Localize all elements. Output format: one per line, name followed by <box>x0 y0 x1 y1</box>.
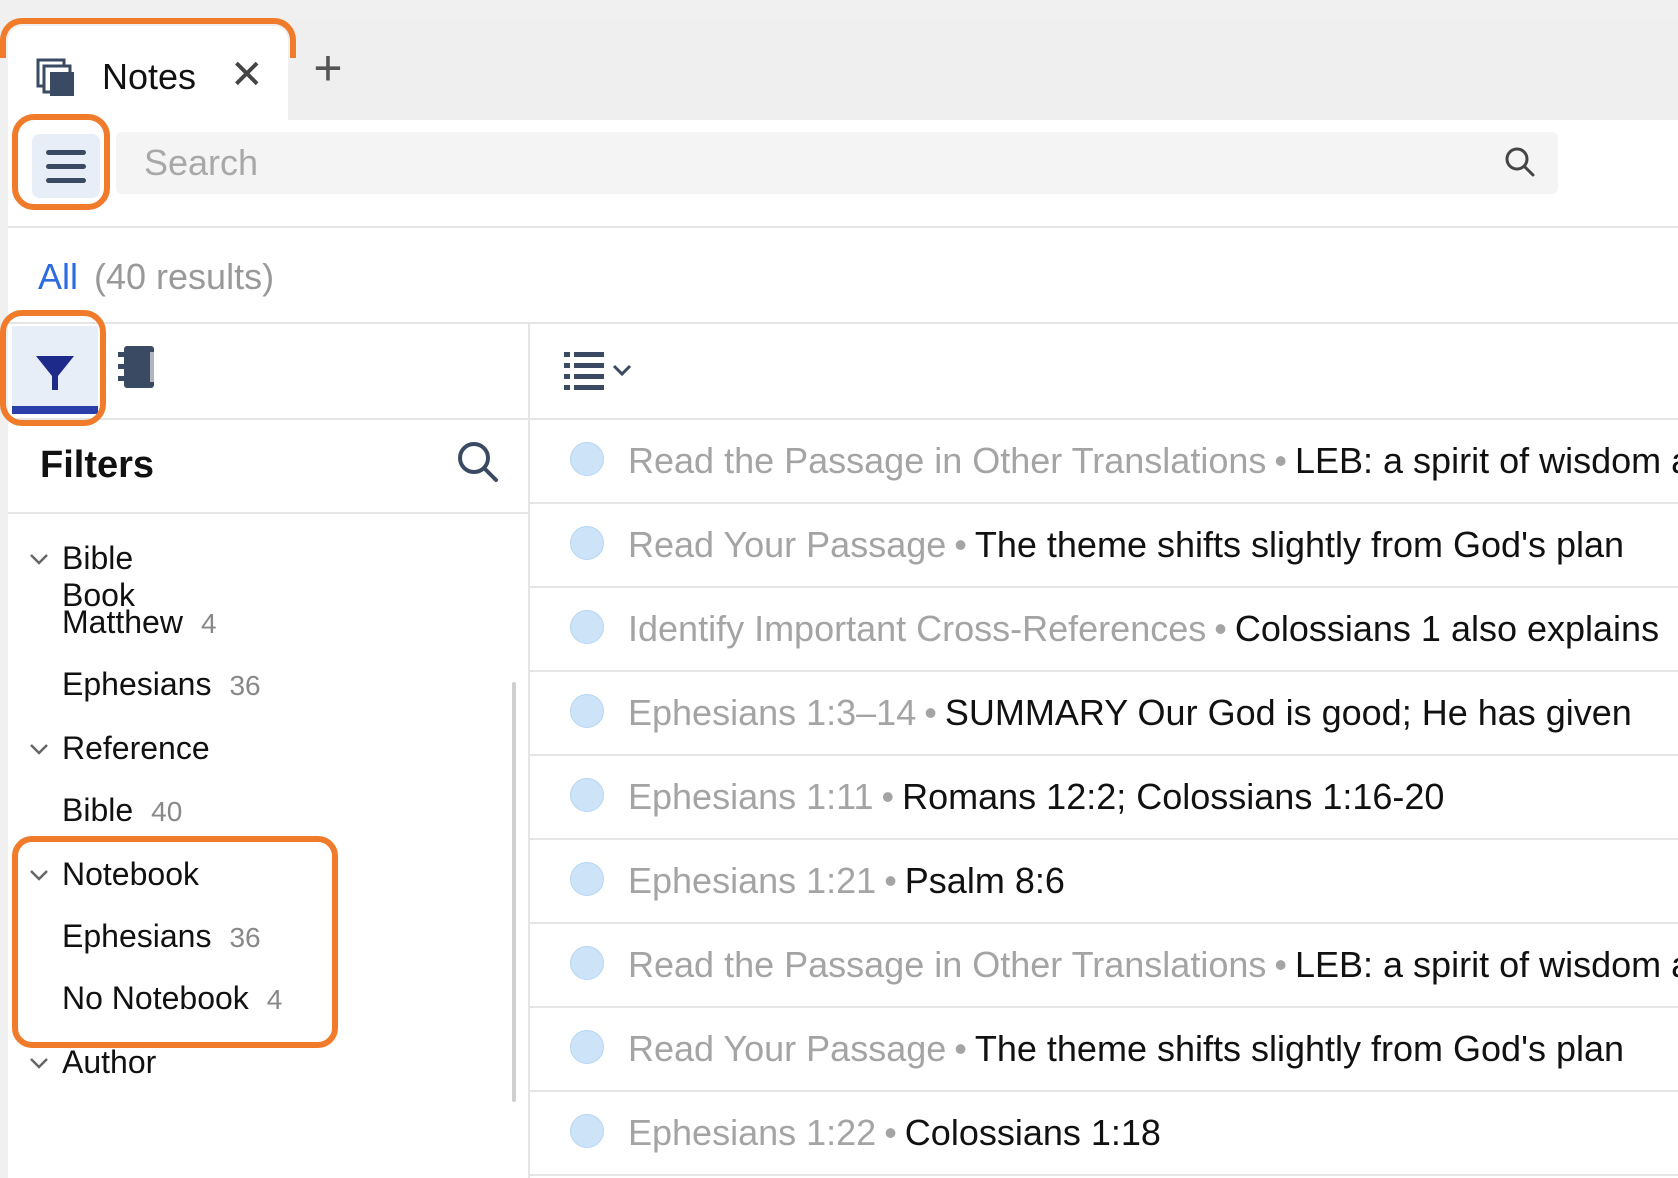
note-source: Read the Passage in Other Translations <box>628 440 1267 481</box>
filter-item[interactable]: Bible 40 <box>62 792 182 829</box>
search-input[interactable] <box>116 132 1476 194</box>
list-view-icon <box>564 352 604 390</box>
scrollbar[interactable] <box>512 682 516 1102</box>
note-dot-icon[interactable] <box>570 694 604 728</box>
note-dot-icon[interactable] <box>570 1030 604 1064</box>
note-dot-icon[interactable] <box>570 1114 604 1148</box>
note-source: Ephesians 1:22 <box>628 1112 877 1153</box>
note-text: SUMMARY Our God is good; He has given <box>944 692 1632 733</box>
filter-item[interactable]: Ephesians 36 <box>62 918 261 955</box>
search-icon[interactable] <box>1504 146 1536 183</box>
separator-dot: • <box>954 524 967 565</box>
note-text: Romans 12:2; Colossians 1:16-20 <box>902 776 1445 817</box>
filters-title: Filters <box>40 444 155 486</box>
note-text: Colossians 1:18 <box>904 1112 1161 1153</box>
results-count: (40 results) <box>94 256 275 297</box>
note-text: Psalm 8:6 <box>904 860 1065 901</box>
separator-dot: • <box>884 860 897 901</box>
chevron-down-icon <box>28 730 64 767</box>
note-text: LEB: a spirit of wisdom and revelation <box>1294 944 1678 985</box>
note-row[interactable]: Ephesians 1:11 • Romans 12:2; Colossians 1… <box>530 756 1678 840</box>
note-row[interactable]: Read the Passage in Other Translations • L… <box>530 924 1678 1008</box>
tab-label: Notes <box>102 56 197 97</box>
note-dot-icon[interactable] <box>570 442 604 476</box>
search-box <box>116 132 1558 194</box>
filters-header: Filters <box>8 418 528 514</box>
filter-group-author[interactable]: Author <box>28 1044 156 1094</box>
note-source: Read Your Passage <box>628 1028 947 1069</box>
note-row[interactable]: Ephesians 1:21 • Psalm 8:6 <box>530 840 1678 924</box>
separator-dot: • <box>1274 944 1287 985</box>
toolbar <box>8 114 1678 228</box>
view-options-button[interactable] <box>562 348 638 397</box>
separator-dot: • <box>1214 608 1227 649</box>
filter-group-reference[interactable]: Reference <box>28 730 210 780</box>
chevron-down-icon <box>28 1044 64 1081</box>
filter-item[interactable]: No Notebook 4 <box>62 980 282 1017</box>
note-text: LEB: a spirit of wisdom and revelation <box>1294 440 1678 481</box>
filter-item[interactable]: Matthew 4 <box>62 604 217 641</box>
note-source: Ephesians 1:11 <box>628 776 874 817</box>
chevron-down-icon <box>612 364 632 377</box>
separator-dot: • <box>924 692 937 733</box>
note-row[interactable]: Identify Important Cross-References • Colo… <box>530 588 1678 672</box>
note-row[interactable]: Ephesians 1:22 • Colossians 1:18 <box>530 1092 1678 1176</box>
notebook-icon[interactable] <box>114 342 160 397</box>
note-source: Read Your Passage <box>628 524 947 565</box>
note-dot-icon[interactable] <box>570 862 604 896</box>
separator-dot: • <box>954 1028 967 1069</box>
separator-dot: • <box>1274 440 1287 481</box>
note-dot-icon[interactable] <box>570 946 604 980</box>
panel-tabs <box>0 310 528 426</box>
filter-search-icon[interactable] <box>456 440 500 489</box>
separator-dot: • <box>881 776 895 817</box>
notes-list: Read the Passage in Other Translations • L… <box>530 418 1678 1176</box>
filter-panel: Filters Bible Book Matthew 4 Ephesians 36 <box>0 310 530 1178</box>
tab-filters[interactable] <box>12 326 98 414</box>
add-tab-button[interactable]: + <box>298 38 358 98</box>
note-row[interactable]: Read the Passage in Other Translations • L… <box>530 420 1678 504</box>
note-text: The theme shifts slightly from God's pla… <box>974 1028 1625 1069</box>
note-dot-icon[interactable] <box>570 778 604 812</box>
note-row[interactable]: Read Your Passage • The theme shifts sligh… <box>530 504 1678 588</box>
note-text: The theme shifts slightly from God's pla… <box>974 524 1625 565</box>
all-filter-link[interactable]: All <box>38 256 78 298</box>
menu-button[interactable] <box>32 134 100 198</box>
note-dot-icon[interactable] <box>570 526 604 560</box>
separator-dot: • <box>884 1112 897 1153</box>
note-text: Colossians 1 also explains <box>1234 608 1660 649</box>
note-source: Ephesians 1:3–14 <box>628 692 917 733</box>
filter-group-notebook[interactable]: Notebook <box>28 856 199 906</box>
note-dot-icon[interactable] <box>570 610 604 644</box>
note-source: Identify Important Cross-References <box>628 608 1207 649</box>
active-tab-indicator <box>12 406 98 414</box>
filter-item[interactable]: Ephesians 36 <box>62 666 261 703</box>
notes-stack-icon <box>36 58 76 103</box>
funnel-icon <box>34 352 76 399</box>
results-bar: All (40 results) <box>8 226 1678 324</box>
tab-bar: Notes ✕ + <box>0 18 1678 120</box>
chevron-down-icon <box>28 856 64 893</box>
note-source: Read the Passage in Other Translations <box>628 944 1267 985</box>
chevron-down-icon <box>28 540 64 577</box>
notes-list-panel: Read the Passage in Other Translations • L… <box>530 322 1678 1178</box>
note-source: Ephesians 1:21 <box>628 860 877 901</box>
note-row[interactable]: Ephesians 1:3–14 • SUMMARY Our God is good… <box>530 672 1678 756</box>
notes-app: Notes ✕ + All (40 results) <box>0 18 1678 1178</box>
filter-group-bible-book[interactable]: Bible Book <box>28 540 135 613</box>
close-icon[interactable]: ✕ <box>230 52 264 98</box>
tab-highlight <box>0 18 296 58</box>
note-row[interactable]: Read Your Passage • The theme shifts sligh… <box>530 1008 1678 1092</box>
